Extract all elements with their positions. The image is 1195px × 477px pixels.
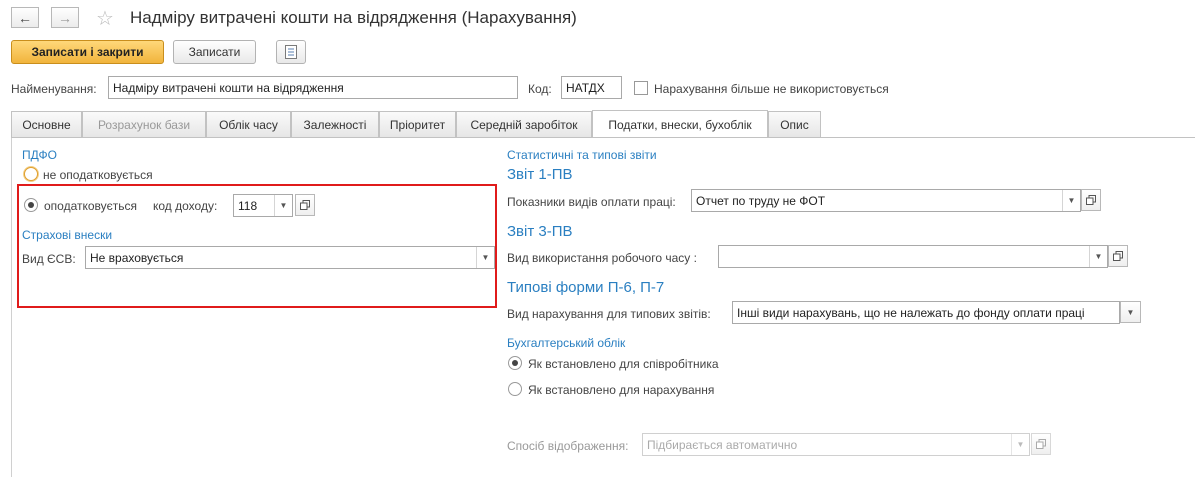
stats-section-title: Статистичні та типові звіти xyxy=(507,148,657,162)
display-placeholder: Підбирається автоматично xyxy=(647,438,798,452)
tab-average-earnings[interactable]: Середній заробіток xyxy=(456,111,592,137)
pay-types-label: Показники видів оплати праці: xyxy=(507,195,676,209)
accrual-type-value: Інші види нарахувань, що не належать до … xyxy=(737,306,1085,320)
save-and-close-button[interactable]: Записати і закрити xyxy=(11,40,164,64)
chevron-down-icon[interactable]: ▼ xyxy=(1062,190,1080,211)
pay-types-value: Отчет по труду не ФОТ xyxy=(696,194,826,208)
highlight-frame xyxy=(17,184,497,308)
not-taxed-radio[interactable] xyxy=(24,167,38,181)
pay-types-select[interactable]: Отчет по труду не ФОТ ▼ xyxy=(691,189,1081,212)
display-select: Підбирається автоматично ▼ xyxy=(642,433,1030,456)
pdfo-section-title: ПДФО xyxy=(22,148,57,162)
code-field[interactable]: НАТДХ xyxy=(561,76,622,99)
work-time-open-button[interactable] xyxy=(1108,245,1128,267)
star-icon[interactable]: ☆ xyxy=(96,6,114,31)
tab-dependencies[interactable]: Залежності xyxy=(291,111,379,137)
open-window-icon xyxy=(1113,251,1123,261)
work-time-label: Вид використання робочого часу : xyxy=(507,251,697,265)
forward-button[interactable]: → xyxy=(51,7,79,28)
not-taxed-label: не оподатковується xyxy=(43,168,153,182)
accounting-section-title: Бухгалтерський облік xyxy=(507,336,626,350)
arrow-left-icon: ← xyxy=(18,9,32,26)
tab-base-calculation[interactable]: Розрахунок бази xyxy=(82,111,206,137)
as-accrual-label: Як встановлено для нарахування xyxy=(528,383,715,397)
tab-main[interactable]: Основне xyxy=(11,111,82,137)
as-employee-label: Як встановлено для співробітника xyxy=(528,357,719,371)
name-label: Найменування: xyxy=(11,82,97,96)
tab-time-accounting[interactable]: Облік часу xyxy=(206,111,291,137)
open-window-icon xyxy=(1086,195,1096,205)
report-3pv-title: Звіт 3-ПВ xyxy=(507,223,573,240)
page-title: Надміру витрачені кошти на відрядження (… xyxy=(130,8,577,27)
display-open-button xyxy=(1031,433,1051,455)
tab-taxes[interactable]: Податки, внески, бухоблік xyxy=(592,110,768,138)
accrual-type-dropdown-button[interactable]: ▼ xyxy=(1120,301,1141,323)
tab-divider xyxy=(11,137,1195,138)
accrual-type-label: Вид нарахування для типових звітів: xyxy=(507,307,711,321)
tab-description[interactable]: Опис xyxy=(768,111,821,137)
save-button[interactable]: Записати xyxy=(173,40,256,64)
document-list-icon xyxy=(285,45,297,59)
chevron-down-icon[interactable]: ▼ xyxy=(1089,246,1107,267)
display-label: Спосіб відображення: xyxy=(507,439,629,453)
chevron-down-icon: ▼ xyxy=(1011,434,1029,455)
forms-section-title: Типові форми П-6, П-7 xyxy=(507,279,665,296)
as-employee-radio[interactable] xyxy=(508,356,522,370)
chevron-down-icon: ▼ xyxy=(1126,307,1135,317)
unused-checkbox[interactable] xyxy=(634,81,648,95)
accrual-type-select[interactable]: Інші види нарахувань, що не належать до … xyxy=(732,301,1120,324)
unused-checkbox-label: Нарахування більше не використовується xyxy=(654,82,889,96)
panel-border xyxy=(11,138,12,477)
report-1pv-title: Звіт 1-ПВ xyxy=(507,166,573,183)
report-button[interactable] xyxy=(276,40,306,64)
code-label: Код: xyxy=(528,82,552,96)
name-field[interactable]: Надміру витрачені кошти на відрядження xyxy=(108,76,518,99)
open-window-icon xyxy=(1036,439,1046,449)
pay-types-open-button[interactable] xyxy=(1081,189,1101,211)
work-time-select[interactable]: ▼ xyxy=(718,245,1108,268)
back-button[interactable]: ← xyxy=(11,7,39,28)
arrow-right-icon: → xyxy=(58,9,72,26)
tab-priority[interactable]: Пріоритет xyxy=(379,111,456,137)
as-accrual-radio[interactable] xyxy=(508,382,522,396)
